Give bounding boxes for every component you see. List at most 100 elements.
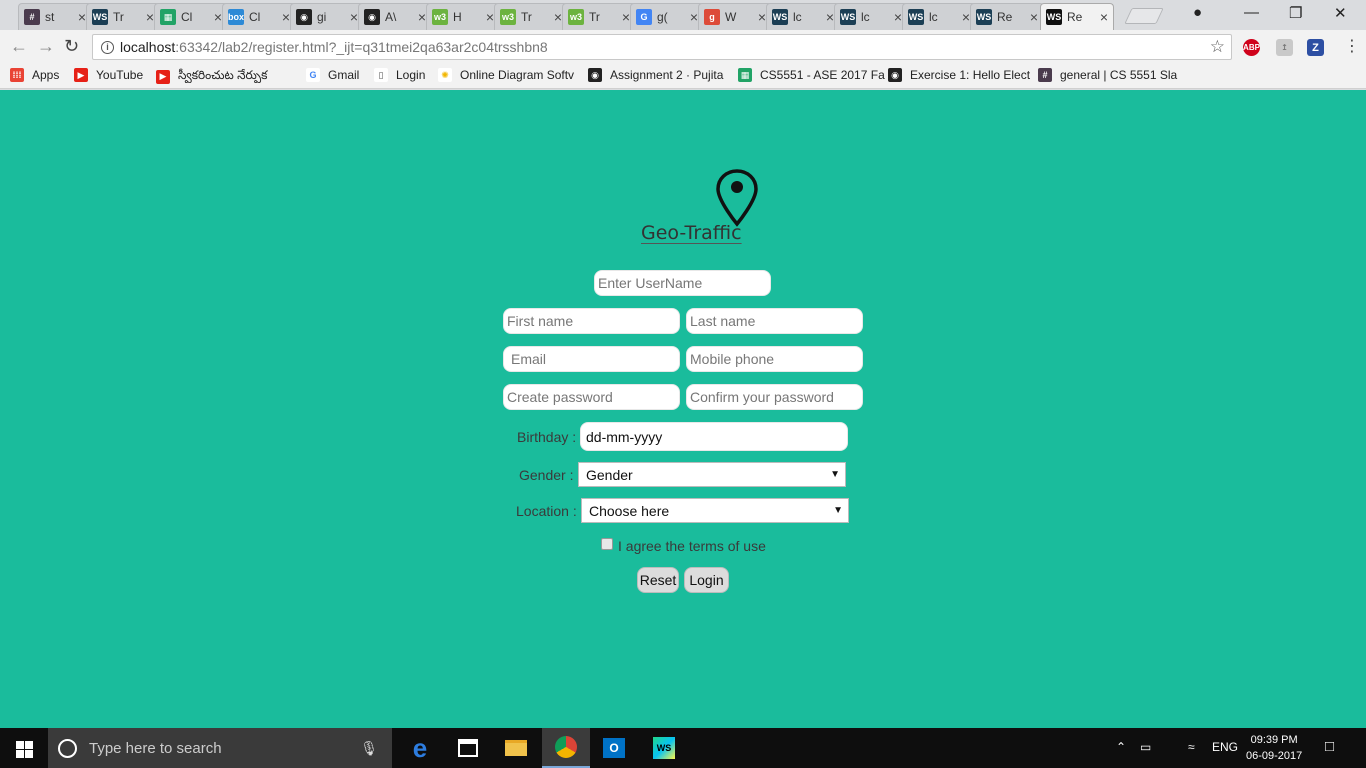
browser-tab[interactable]: g W × xyxy=(698,3,772,30)
browser-tab[interactable]: ◉ A\ × xyxy=(358,3,432,30)
webstorm-app-icon[interactable]: WS xyxy=(640,728,688,768)
google-icon: G xyxy=(636,9,652,25)
bookmark-label: స్వీకరించుట నేర్పుక xyxy=(178,68,268,82)
close-tab-icon[interactable]: × xyxy=(622,9,630,25)
menu-icon[interactable]: ⋮ xyxy=(1344,36,1360,56)
action-center-icon[interactable]: □ xyxy=(1325,738,1334,755)
chrome-app-icon[interactable] xyxy=(542,728,590,768)
bookmark-star-icon[interactable]: ☆ xyxy=(1210,37,1225,57)
browser-tab[interactable]: # st × xyxy=(18,3,92,30)
browser-tab[interactable]: WS Re × xyxy=(970,3,1044,30)
lightbulb-icon: ✺ xyxy=(438,68,452,82)
page-icon: ▯ xyxy=(374,68,388,82)
browser-tab[interactable]: WS lc × xyxy=(766,3,840,30)
bookmark-item[interactable]: ✺ Online Diagram Softv xyxy=(438,68,574,82)
forward-button[interactable]: → xyxy=(37,36,55,57)
microphone-icon[interactable]: 🎙 xyxy=(360,740,378,757)
browser-toolbar: ← → ↻ i localhost :63342/lab2/register.h… xyxy=(0,30,1366,64)
gender-select[interactable]: Gender ▼ xyxy=(578,462,846,487)
webstorm-icon: WS xyxy=(92,9,108,25)
close-tab-icon[interactable]: × xyxy=(418,9,426,25)
username-input[interactable]: Enter UserName xyxy=(594,270,771,296)
browser-tab[interactable]: WS lc × xyxy=(902,3,976,30)
search-placeholder: Type here to search xyxy=(89,739,222,757)
close-tab-icon[interactable]: × xyxy=(962,9,970,25)
wifi-icon[interactable]: ≈ xyxy=(1188,740,1195,754)
bookmark-item[interactable]: ▶ స్వీకరించుట నేర్పుక xyxy=(156,68,267,85)
bookmark-item[interactable]: ⁞⁞⁞ Apps xyxy=(10,68,59,82)
email-input[interactable]: Email xyxy=(503,346,680,372)
close-tab-icon[interactable]: × xyxy=(1100,9,1108,25)
terms-checkbox[interactable] xyxy=(601,538,613,550)
bookmark-item[interactable]: ▯ Login xyxy=(374,68,425,82)
acrobat-icon[interactable]: ↥ xyxy=(1276,39,1293,56)
bookmark-item[interactable]: ▦ CS5551 - ASE 2017 Fa xyxy=(738,68,885,82)
close-tab-icon[interactable]: × xyxy=(282,9,290,25)
file-explorer-icon[interactable] xyxy=(492,728,540,768)
create-password-input[interactable]: Create password xyxy=(503,384,680,410)
close-tab-icon[interactable]: × xyxy=(1030,9,1038,25)
webstorm-icon: WS xyxy=(1046,9,1062,25)
browser-tab[interactable]: ▦ Cl × xyxy=(154,3,228,30)
w3-icon: w3 xyxy=(568,9,584,25)
profile-icon[interactable]: ● xyxy=(1193,4,1202,21)
reset-button[interactable]: Reset xyxy=(637,567,679,593)
minimize-button[interactable]: — xyxy=(1244,4,1259,21)
chevron-up-icon[interactable]: ⌃ xyxy=(1116,740,1126,754)
close-window-button[interactable]: ✕ xyxy=(1334,4,1347,22)
sheets-icon: ▦ xyxy=(738,68,752,82)
first-name-input[interactable]: First name xyxy=(503,308,680,334)
adblock-plus-icon[interactable]: ABP xyxy=(1243,39,1260,56)
back-button[interactable]: ← xyxy=(10,36,28,57)
windows-taskbar: Type here to search 🎙 e O WS ⌃ ▭ ≈ ENG 0… xyxy=(0,728,1366,768)
browser-tab[interactable]: Gg(× xyxy=(630,3,704,30)
taskbar-search[interactable]: Type here to search 🎙 xyxy=(48,728,392,768)
browser-tab[interactable]: box Cl × xyxy=(222,3,296,30)
browser-tab[interactable]: WS lc × xyxy=(834,3,908,30)
store-app-icon[interactable] xyxy=(444,728,492,768)
browser-tab[interactable]: WS Re × xyxy=(1040,3,1114,30)
address-bar[interactable]: i localhost :63342/lab2/register.html?_i… xyxy=(92,34,1232,60)
chevron-down-icon: ▼ xyxy=(830,469,840,480)
close-tab-icon[interactable]: × xyxy=(350,9,358,25)
close-tab-icon[interactable]: × xyxy=(826,9,834,25)
bookmark-item[interactable]: ◉ Exercise 1: Hello Elect xyxy=(888,68,1030,82)
language-indicator[interactable]: ENG xyxy=(1212,740,1238,754)
close-tab-icon[interactable]: × xyxy=(554,9,562,25)
close-tab-icon[interactable]: × xyxy=(486,9,494,25)
new-tab-button[interactable] xyxy=(1124,8,1164,24)
mobile-phone-input[interactable]: Mobile phone xyxy=(686,346,863,372)
restore-button[interactable]: ❐ xyxy=(1289,4,1302,22)
close-tab-icon[interactable]: × xyxy=(758,9,766,25)
reload-button[interactable]: ↻ xyxy=(64,36,79,57)
edge-app-icon[interactable]: e xyxy=(396,728,444,768)
close-tab-icon[interactable]: × xyxy=(214,9,222,25)
bookmark-item[interactable]: G Gmail xyxy=(306,68,359,82)
browser-tab[interactable]: w3 H × xyxy=(426,3,500,30)
bookmark-item[interactable]: ▶ YouTube xyxy=(74,68,143,82)
close-tab-icon[interactable]: × xyxy=(146,9,154,25)
clock[interactable]: 09:39 PM 06-09-2017 xyxy=(1246,732,1302,764)
windows-start-icon[interactable] xyxy=(16,741,33,758)
login-button[interactable]: Login xyxy=(684,567,729,593)
browser-tab[interactable]: ◉ gi × xyxy=(290,3,364,30)
location-select[interactable]: Choose here ▼ xyxy=(581,498,849,523)
last-name-input[interactable]: Last name xyxy=(686,308,863,334)
info-icon[interactable]: i xyxy=(101,40,114,54)
zotero-icon[interactable]: Z xyxy=(1307,39,1324,56)
bookmark-item[interactable]: ◉ Assignment 2 · Pujita xyxy=(588,68,723,82)
browser-tab[interactable]: w3 Tr × xyxy=(494,3,568,30)
close-tab-icon[interactable]: × xyxy=(690,9,698,25)
tab-title: Cl xyxy=(181,10,193,24)
close-tab-icon[interactable]: × xyxy=(78,9,86,25)
browser-tab[interactable]: w3 Tr × xyxy=(562,3,636,30)
logo-text: Geo-Traffic xyxy=(641,222,742,244)
confirm-password-input[interactable]: Confirm your password xyxy=(686,384,863,410)
close-tab-icon[interactable]: × xyxy=(894,9,902,25)
birthday-input[interactable]: dd-mm-yyyy xyxy=(580,422,848,451)
battery-icon[interactable]: ▭ xyxy=(1140,740,1151,754)
browser-tab[interactable]: WS Tr × xyxy=(86,3,160,30)
bookmark-item[interactable]: # general | CS 5551 Sla xyxy=(1038,68,1177,82)
cortana-icon xyxy=(58,738,77,758)
outlook-app-icon[interactable]: O xyxy=(590,728,638,768)
